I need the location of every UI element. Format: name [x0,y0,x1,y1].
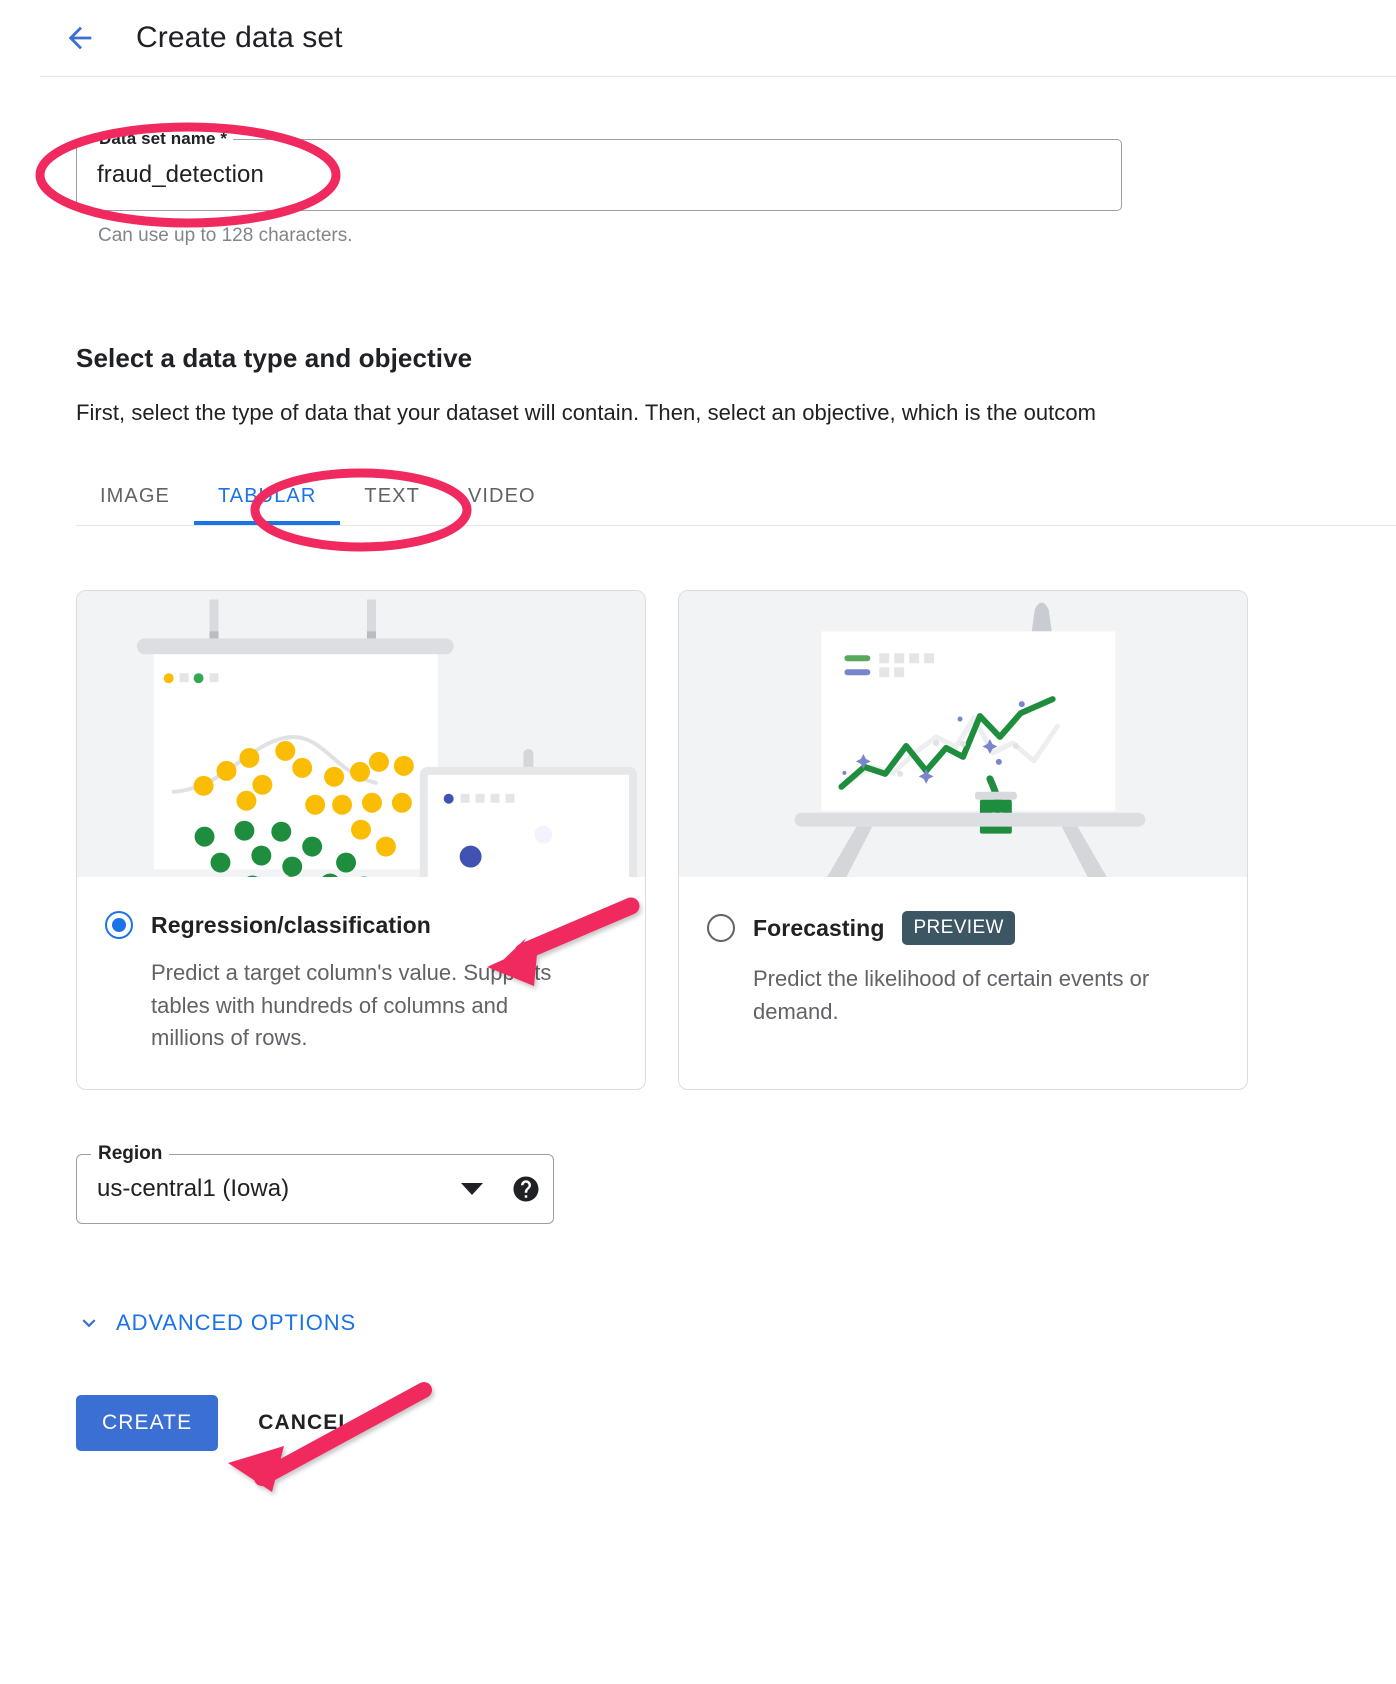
app-header: Create data set [0,0,1396,76]
chevron-down-icon[interactable] [461,1182,483,1195]
advanced-options-label: ADVANCED OPTIONS [116,1309,357,1335]
arrow-back-icon [68,26,92,50]
form-actions: CREATE CANCEL [76,1394,1396,1451]
advanced-options-toggle[interactable]: ADVANCED OPTIONS [76,1310,356,1336]
regression-classification-radio[interactable] [105,911,133,939]
page-content: Data set name * fraud_detection Can use … [0,129,1396,1451]
dataset-name-value: fraud_detection [97,161,264,188]
section-title: Select a data type and objective [76,343,473,373]
scatter-plot-presentation-illustration [77,591,645,877]
preview-badge: PREVIEW [902,911,1015,945]
help-circle-icon[interactable] [511,1174,541,1204]
regression-classification-label: Regression/classification [151,911,431,938]
line-chart-easel-illustration: AI [679,591,1247,877]
back-button[interactable] [56,14,104,62]
page-title: Create data set [136,21,343,54]
tab-text[interactable]: TEXT [340,467,444,525]
region-value: us-central1 (Iowa) [97,1174,290,1202]
objective-card-list: Regression/classification Predict a targ… [76,590,1396,1090]
region-label: Region [91,1142,170,1165]
data-type-tabs: IMAGE TABULAR TEXT VIDEO [76,466,1396,526]
dataset-name-field[interactable]: Data set name * fraud_detection [76,129,1122,211]
objective-card-body: Regression/classification Predict a targ… [77,877,645,1089]
cancel-button[interactable]: CANCEL [240,1395,370,1451]
create-button[interactable]: CREATE [76,1394,219,1451]
forecasting-radio[interactable] [707,914,735,942]
dataset-name-hint: Can use up to 128 characters. [98,225,353,246]
forecasting-description: Predict the likelihood of certain events… [753,966,1150,1024]
objective-card-forecasting[interactable]: AI Forecasting PREVIEW Predict the likel… [678,590,1248,1090]
objective-card-body: Forecasting PREVIEW Predict the likeliho… [679,877,1247,1062]
regression-classification-choice-row[interactable]: Regression/classification [105,911,615,939]
forecasting-choice-row[interactable]: Forecasting PREVIEW [707,911,1217,945]
chevron-down-icon [82,1318,96,1327]
dataset-name-field-group: Data set name * fraud_detection Can use … [76,129,1396,247]
region-select-group: Region us-central1 (Iowa) [76,1142,1396,1224]
tab-tabular[interactable]: TABULAR [193,467,341,525]
tab-image[interactable]: IMAGE [76,467,194,525]
header-divider [40,76,1396,77]
forecasting-label: Forecasting [753,914,885,941]
section-description: First, select the type of data that your… [76,400,1097,425]
tab-video[interactable]: VIDEO [444,467,560,525]
dataset-name-label: Data set name * [93,129,234,149]
objective-card-regression-classification[interactable]: Regression/classification Predict a targ… [76,590,646,1090]
regression-classification-description: Predict a target column's value. Support… [151,960,552,1051]
region-select[interactable]: Region us-central1 (Iowa) [76,1142,554,1224]
